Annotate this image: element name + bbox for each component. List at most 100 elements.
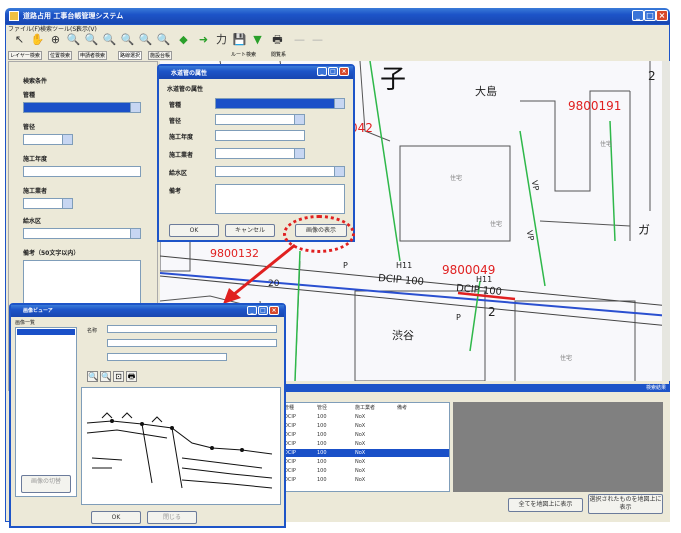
col-note: 備考 bbox=[397, 405, 408, 411]
tab-applicant[interactable]: 申請者検索 bbox=[78, 51, 108, 60]
vp-label-b: VP bbox=[524, 229, 536, 242]
table-row[interactable]: DCIP 100 NoX bbox=[281, 440, 449, 448]
callout-arrow bbox=[223, 243, 296, 304]
viewer-max-button[interactable]: □ bbox=[258, 306, 268, 315]
zoom-next-icon[interactable]: 🔍 bbox=[138, 32, 153, 47]
dialog-ok-button[interactable]: OK bbox=[169, 224, 219, 237]
viewer-ok-button[interactable]: OK bbox=[91, 511, 141, 524]
district-select[interactable] bbox=[23, 228, 141, 239]
back-arrow-icon[interactable]: ◆ bbox=[176, 32, 191, 47]
disabled-tool2-icon: — bbox=[312, 33, 323, 46]
dialog-label-year: 施工年度 bbox=[169, 134, 194, 141]
pipe-type-select[interactable] bbox=[23, 102, 141, 113]
prop-name-input[interactable] bbox=[107, 325, 277, 333]
tab-facility[interactable]: 施設台帳 bbox=[148, 51, 173, 60]
table-cell: NoX bbox=[355, 468, 366, 474]
viewer-close-button[interactable]: × bbox=[269, 306, 279, 315]
scanned-drawing[interactable] bbox=[81, 387, 281, 505]
zoom-select-icon[interactable]: ⊕ bbox=[48, 32, 63, 47]
dialog-district-select[interactable] bbox=[215, 166, 345, 177]
viewer-fit-icon[interactable]: ⊡ bbox=[113, 371, 124, 382]
year-input[interactable] bbox=[23, 166, 141, 177]
label-note: 備考（50文字以内） bbox=[23, 250, 80, 257]
lot-number-2a: 2 bbox=[648, 69, 656, 83]
close-button[interactable]: × bbox=[656, 10, 668, 21]
results-label: 検索結果 bbox=[645, 385, 666, 391]
app-title: 道路占用 工事台帳管理システム bbox=[23, 12, 124, 20]
kana-label-ga: ガ bbox=[638, 223, 651, 237]
dialog-contractor-select[interactable] bbox=[215, 148, 305, 159]
map-scrollbar-right[interactable] bbox=[662, 61, 670, 381]
viewer-zoom-out-icon[interactable]: 🔍 bbox=[100, 371, 111, 382]
dialog-max-button[interactable]: □ bbox=[328, 67, 338, 76]
zoom-window-icon[interactable]: 🔍 bbox=[66, 32, 81, 47]
dialog-type-select[interactable] bbox=[215, 98, 345, 109]
viewer-switch-button[interactable]: 画像の切替 bbox=[21, 475, 71, 493]
prop-input-2[interactable] bbox=[107, 339, 277, 347]
print-icon[interactable]: 🖶 bbox=[270, 32, 285, 47]
label-contractor: 施工業者 bbox=[23, 188, 48, 195]
table-cell: 100 bbox=[317, 450, 327, 456]
image-viewer-title: 画像ビューア bbox=[23, 308, 53, 314]
dialog-year-input[interactable] bbox=[215, 130, 305, 141]
minimize-button[interactable]: _ bbox=[632, 10, 644, 21]
tab-route[interactable]: 路線選択 bbox=[118, 51, 143, 60]
measure-icon[interactable]: 力 bbox=[214, 32, 229, 47]
save-icon[interactable]: 💾 bbox=[232, 32, 247, 47]
p-label-b: P bbox=[456, 313, 461, 322]
maximize-button[interactable]: □ bbox=[644, 10, 656, 21]
table-cell: 100 bbox=[317, 477, 327, 483]
image-list[interactable] bbox=[15, 327, 77, 497]
dialog-min-button[interactable]: _ bbox=[317, 67, 327, 76]
viewer-zoom-in-icon[interactable]: 🔍 bbox=[87, 371, 98, 382]
show-all-on-map-button[interactable]: 全てを地図上に表示 bbox=[508, 498, 583, 512]
dialog-cancel-button[interactable]: キャンセル bbox=[225, 224, 275, 237]
table-row[interactable]: DCIP 100 NoX bbox=[281, 431, 449, 439]
show-selected-on-map-button[interactable]: 選択されたものを地図上に表示 bbox=[588, 494, 663, 514]
table-row[interactable]: DCIP 100 NoX bbox=[281, 413, 449, 421]
layer-icon[interactable]: ▼ bbox=[250, 32, 265, 47]
label-pipe-type: 管種 bbox=[23, 92, 36, 99]
image-list-header: 画像一覧 bbox=[15, 320, 36, 326]
table-cell: NoX bbox=[355, 441, 366, 447]
tab-position[interactable]: 位置検索 bbox=[48, 51, 73, 60]
dialog-note-textarea[interactable] bbox=[215, 184, 345, 214]
table-row[interactable]: DCIP 100 NoX bbox=[281, 449, 449, 457]
table-cell: 100 bbox=[317, 468, 327, 474]
zoom-in-icon[interactable]: 🔍 bbox=[84, 32, 99, 47]
app-icon bbox=[9, 11, 19, 21]
table-row[interactable]: DCIP 100 NoX bbox=[281, 476, 449, 484]
image-list-selected-item[interactable] bbox=[17, 329, 75, 335]
search-heading: 検索条件 bbox=[23, 78, 48, 85]
viewer-close-text-button[interactable]: 閉じる bbox=[147, 511, 197, 524]
tab-route-search[interactable]: ルート検索 bbox=[230, 51, 257, 58]
forward-arrow-icon[interactable]: ➜ bbox=[196, 32, 211, 47]
dialog-label-diameter: 管径 bbox=[169, 118, 182, 125]
tab-layer[interactable]: レイヤー検索 bbox=[8, 51, 42, 60]
table-row[interactable]: DCIP 100 NoX bbox=[281, 422, 449, 430]
table-cell: NoX bbox=[355, 459, 366, 465]
viewer-min-button[interactable]: _ bbox=[247, 306, 257, 315]
table-row[interactable]: DCIP 100 NoX bbox=[281, 467, 449, 475]
diameter-select[interactable] bbox=[23, 134, 73, 145]
zoom-full-icon[interactable]: 🔍 bbox=[156, 32, 171, 47]
dialog-diameter-select[interactable] bbox=[215, 114, 305, 125]
pointer-icon[interactable]: ↖ bbox=[12, 32, 27, 47]
attribute-dialog-title: 水道管の属性 bbox=[171, 70, 208, 77]
table-cell: 100 bbox=[317, 441, 327, 447]
dialog-close-button[interactable]: × bbox=[339, 67, 349, 76]
tab-viewer[interactable]: 閲覧系 bbox=[270, 51, 287, 58]
table-row[interactable]: DCIP 100 NoX bbox=[281, 458, 449, 466]
viewer-print-icon[interactable]: 🖶 bbox=[126, 371, 137, 382]
zoom-out-icon[interactable]: 🔍 bbox=[102, 32, 117, 47]
table-cell: NoX bbox=[355, 414, 366, 420]
zoom-prev-icon[interactable]: 🔍 bbox=[120, 32, 135, 47]
year-label-h11: H11 bbox=[396, 261, 413, 270]
building-label-4: 住宅 bbox=[490, 221, 503, 228]
contractor-select[interactable] bbox=[23, 198, 73, 209]
pan-icon[interactable]: ✋ bbox=[30, 32, 45, 47]
building-label-2: 住宅 bbox=[600, 141, 613, 148]
results-table-header: 管種 管径 施工業者 備考 bbox=[281, 403, 449, 412]
prop-input-3[interactable] bbox=[107, 353, 227, 361]
results-table: 管種 管径 施工業者 備考 DCIP 100 NoX DCIP 100 NoX DCIP 10… bbox=[280, 402, 450, 492]
